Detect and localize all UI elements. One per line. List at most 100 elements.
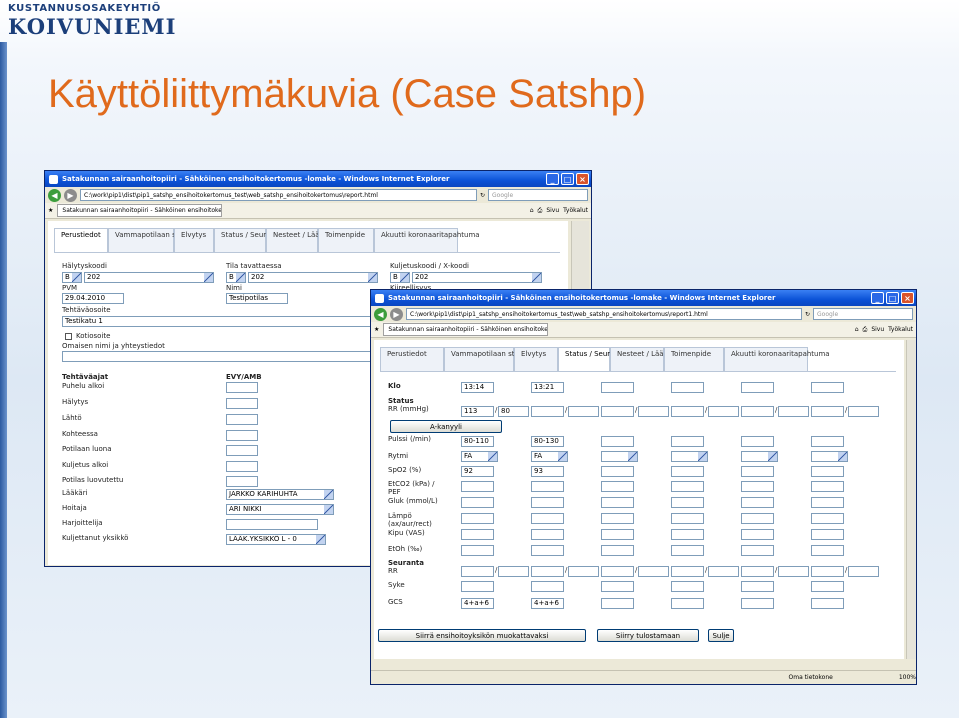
tab-toimenpide[interactable]: Toimenpide	[664, 347, 724, 371]
syke-field[interactable]	[601, 581, 634, 592]
favorites-star-icon[interactable]: ★	[374, 326, 379, 333]
tab-akuutti-koronaaritapahtuma[interactable]: Akuutti koronaaritapahtuma	[374, 228, 480, 252]
close-icon[interactable]: ×	[901, 292, 914, 304]
syke-field[interactable]	[461, 581, 494, 592]
address-field[interactable]: C:\work\pip1\dist\pip1_satshp_ensihoitok…	[406, 308, 802, 320]
lampo-field[interactable]	[601, 513, 634, 524]
seuranta-rr-field[interactable]	[671, 566, 704, 577]
rr-field[interactable]: 80	[498, 406, 529, 417]
rr-field[interactable]	[811, 406, 844, 417]
pulssi-field[interactable]	[671, 436, 704, 447]
etco2-field[interactable]	[601, 481, 634, 492]
gcs-field[interactable]	[811, 598, 844, 609]
tab-status-seuranta[interactable]: Status / Seuranta	[558, 347, 626, 371]
kipu-field[interactable]	[811, 529, 844, 540]
home-icon[interactable]: ⌂	[530, 207, 534, 214]
zoom-level[interactable]: 100%	[899, 674, 916, 681]
time-field[interactable]	[226, 382, 258, 393]
halytyskoodi-class-select[interactable]: B	[62, 272, 82, 283]
seuranta-rr-field[interactable]	[708, 566, 739, 577]
gluk-field[interactable]	[601, 497, 634, 508]
rytmi-select[interactable]: FA	[461, 451, 498, 462]
etco2-field[interactable]	[461, 481, 494, 492]
kipu-field[interactable]	[671, 529, 704, 540]
seuranta-rr-field[interactable]	[531, 566, 564, 577]
pvm-field[interactable]: 29.04.2010	[62, 293, 124, 304]
gluk-field[interactable]	[531, 497, 564, 508]
page-menu[interactable]: Sivu	[546, 207, 559, 214]
pulssi-field[interactable]	[811, 436, 844, 447]
gluk-field[interactable]	[671, 497, 704, 508]
seuranta-rr-field[interactable]	[638, 566, 669, 577]
gluk-field[interactable]	[741, 497, 774, 508]
gluk-field[interactable]	[811, 497, 844, 508]
klo-field[interactable]	[811, 382, 844, 393]
kuljetuskoodi-class-select[interactable]: B	[390, 272, 410, 283]
pulssi-field[interactable]	[601, 436, 634, 447]
tab-nesteet-laakkeet[interactable]: Nesteet / Lääkkeet	[610, 347, 683, 371]
close-form-button[interactable]: Sulje	[708, 629, 734, 642]
rr-field[interactable]: 113	[461, 406, 494, 417]
home-icon[interactable]: ⌂	[855, 326, 859, 333]
rytmi-select[interactable]	[671, 451, 708, 462]
forward-icon[interactable]: ▶	[64, 188, 77, 202]
seuranta-rr-field[interactable]	[568, 566, 599, 577]
time-field[interactable]	[226, 461, 258, 472]
etco2-field[interactable]	[531, 481, 564, 492]
harjoittelija-field[interactable]	[226, 519, 318, 530]
window-titlebar[interactable]: Satakunnan sairaanhoitopiiri - Sähköinen…	[45, 171, 591, 187]
tab-elvytys[interactable]: Elvytys	[514, 347, 558, 371]
minimize-icon[interactable]: _	[546, 173, 559, 185]
kuljetuskoodi-select[interactable]: 202	[412, 272, 542, 283]
kipu-field[interactable]	[741, 529, 774, 540]
tools-menu[interactable]: Työkalut	[888, 326, 913, 333]
refresh-icon[interactable]: ↻	[805, 311, 810, 318]
tab-status-seuranta[interactable]: Status / Seuranta	[214, 228, 282, 252]
rr-field[interactable]	[708, 406, 739, 417]
spo2-field[interactable]	[671, 466, 704, 477]
etoh-field[interactable]	[601, 545, 634, 556]
maximize-icon[interactable]: □	[886, 292, 899, 304]
kipu-field[interactable]	[531, 529, 564, 540]
klo-field[interactable]	[741, 382, 774, 393]
back-icon[interactable]: ◀	[374, 307, 387, 321]
seuranta-rr-field[interactable]	[778, 566, 809, 577]
time-field[interactable]	[226, 445, 258, 456]
etco2-field[interactable]	[741, 481, 774, 492]
browser-tab[interactable]: Satakunnan sairaanhoitopiiri - Sähköinen…	[57, 204, 223, 217]
rytmi-select[interactable]	[601, 451, 638, 462]
address-field[interactable]: C:\work\pip1\dist\pip1_satshp_ensihoitok…	[80, 189, 477, 201]
print-icon[interactable]: ⎙	[538, 207, 543, 215]
etco2-field[interactable]	[671, 481, 704, 492]
kipu-field[interactable]	[461, 529, 494, 540]
rr-field[interactable]	[568, 406, 599, 417]
a-kanyyli-button[interactable]: A-kanyyli	[390, 420, 502, 433]
maximize-icon[interactable]: □	[561, 173, 574, 185]
tab-akuutti-koronaaritapahtuma[interactable]: Akuutti koronaaritapahtuma	[724, 347, 830, 371]
vertical-scrollbar[interactable]	[906, 340, 916, 659]
close-icon[interactable]: ×	[576, 173, 589, 185]
spo2-field[interactable]	[811, 466, 844, 477]
etoh-field[interactable]	[531, 545, 564, 556]
etoh-field[interactable]	[461, 545, 494, 556]
lampo-field[interactable]	[671, 513, 704, 524]
spo2-field[interactable]: 92	[461, 466, 494, 477]
search-field[interactable]: Google	[488, 189, 588, 201]
tab-vammapotilaan-status[interactable]: Vammapotilaan status	[444, 347, 530, 371]
syke-field[interactable]	[531, 581, 564, 592]
syke-field[interactable]	[811, 581, 844, 592]
kotiosoite-checkbox[interactable]	[65, 333, 72, 340]
tab-nesteet-laakkeet[interactable]: Nesteet / Lääkkeet	[266, 228, 339, 252]
lampo-field[interactable]	[531, 513, 564, 524]
omainen-field[interactable]	[62, 351, 384, 362]
laakari-select[interactable]: JARKKO KARIHUHTA	[226, 489, 334, 500]
rr-field[interactable]	[778, 406, 809, 417]
gcs-field[interactable]: 4+a+6	[531, 598, 564, 609]
rr-field[interactable]	[848, 406, 879, 417]
etoh-field[interactable]	[741, 545, 774, 556]
spo2-field[interactable]: 93	[531, 466, 564, 477]
nimi-field[interactable]: Testipotilas	[226, 293, 288, 304]
tila-class-select[interactable]: B	[226, 272, 246, 283]
klo-field[interactable]: 13:14	[461, 382, 494, 393]
pulssi-field[interactable]: 80-110	[461, 436, 494, 447]
